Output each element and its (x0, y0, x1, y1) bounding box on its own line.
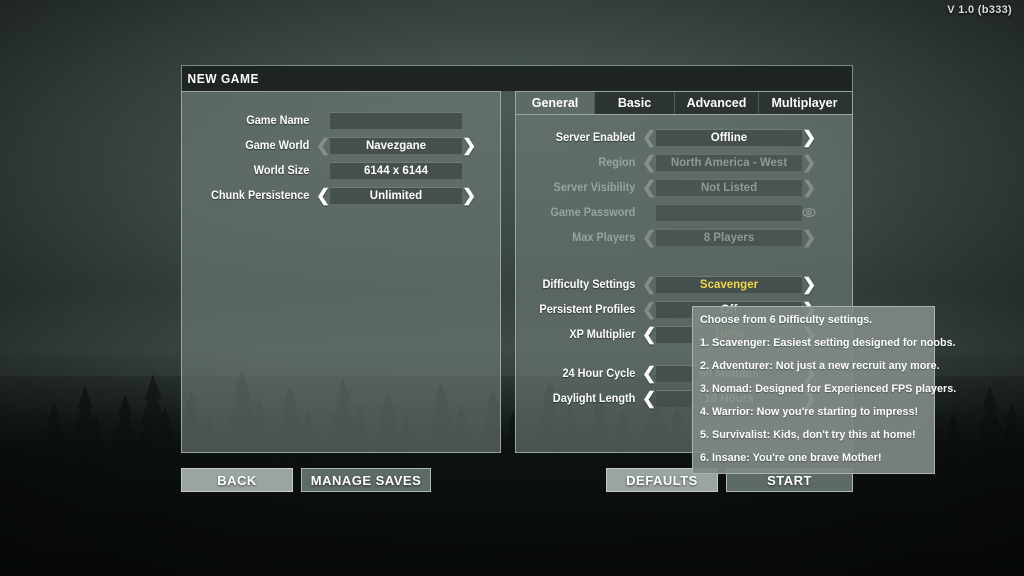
tab-general[interactable]: General (516, 92, 594, 114)
setting-value[interactable] (656, 204, 802, 221)
setting-row-difficulty-settings: Difficulty Settings ❮ Scavenger ❯ (516, 276, 852, 293)
setting-row-server-visibility: Server Visibility ❮ Not Listed ❯ (516, 179, 852, 196)
setting-value[interactable]: Unlimited (330, 187, 462, 204)
dialog-title-bar: NEW GAME (181, 65, 853, 91)
tooltip-line: 2. Adventurer: Not just a new recruit an… (700, 360, 940, 372)
setting-row-max-players: Max Players ❮ 8 Players ❯ (516, 229, 852, 246)
chevron-right-icon[interactable]: ❯ (462, 187, 476, 204)
setting-value[interactable]: Offline (656, 129, 802, 146)
tooltip-line: 3. Nomad: Designed for Experienced FPS p… (700, 383, 957, 395)
version-label: V 1.0 (b333) (947, 4, 1012, 16)
difficulty-tooltip: Choose from 6 Difficulty settings. 1. Sca… (692, 306, 957, 474)
tab-basic[interactable]: Basic (594, 92, 674, 114)
setting-label: Region (598, 156, 636, 169)
setting-label: 24 Hour Cycle (562, 367, 636, 380)
chevron-left-icon[interactable]: ❮ (642, 326, 656, 343)
tooltip-line: 4. Warrior: Now you're starting to impre… (700, 406, 919, 418)
chevron-left-icon[interactable]: ❮ (642, 390, 656, 407)
tooltip-line: Choose from 6 Difficulty settings. (700, 314, 873, 326)
setting-value[interactable]: Not Listed (656, 179, 802, 196)
setting-value[interactable]: North America - West (656, 154, 802, 171)
setting-label: Server Visibility (553, 181, 636, 194)
chevron-left-icon[interactable]: ❮ (642, 154, 656, 171)
setting-label: Server Enabled (555, 131, 636, 144)
eye-icon[interactable] (802, 207, 816, 218)
setting-label: Game World (245, 139, 310, 152)
setting-label: Game Password (550, 206, 636, 219)
setting-value[interactable] (330, 112, 462, 129)
manage-saves-button[interactable]: MANAGE SAVES (301, 468, 431, 492)
chevron-left-icon[interactable]: ❮ (642, 301, 656, 318)
tab-bar: General Basic Advanced Multiplayer (516, 92, 852, 115)
page-title: NEW GAME (187, 71, 260, 86)
chevron-right-icon[interactable]: ❯ (802, 129, 816, 146)
tooltip-line: 6. Insane: You're one brave Mother! (700, 452, 882, 464)
chevron-right-icon[interactable]: ❯ (802, 154, 816, 171)
setting-value[interactable]: Navezgane (330, 137, 462, 154)
chevron-left-icon[interactable]: ❮ (642, 229, 656, 246)
chevron-left-icon[interactable]: ❮ (316, 187, 330, 204)
tab-advanced[interactable]: Advanced (674, 92, 758, 114)
tooltip-line: 5. Survivalist: Kids, don't try this at … (700, 429, 916, 441)
setting-label: Game Name (246, 114, 310, 127)
chevron-left-icon[interactable]: ❮ (316, 137, 330, 154)
setting-row-game-password: Game Password❮ (516, 204, 852, 221)
chevron-right-icon[interactable]: ❯ (802, 276, 816, 293)
chevron-right-icon[interactable]: ❯ (802, 229, 816, 246)
setting-row-server-enabled: Server Enabled ❮ Offline ❯ (516, 129, 852, 146)
setting-label: World Size (253, 164, 310, 177)
setting-value[interactable]: 8 Players (656, 229, 802, 246)
tooltip-line: 1. Scavenger: Easiest setting designed f… (700, 337, 956, 349)
setting-value[interactable]: 6144 x 6144 (330, 162, 462, 179)
setting-label: Chunk Persistence (210, 189, 310, 202)
setting-row-game-world: Game World ❮ Navezgane ❯ (182, 137, 500, 154)
setting-row-region: Region ❮ North America - West ❯ (516, 154, 852, 171)
setting-label: Max Players (572, 231, 636, 244)
setting-label: Persistent Profiles (539, 303, 636, 316)
setting-row-chunk-persistence: Chunk Persistence ❮ Unlimited ❯ (182, 187, 500, 204)
chevron-left-icon[interactable]: ❮ (642, 129, 656, 146)
setting-label: XP Multiplier (569, 328, 636, 341)
setting-row-world-size: World Size❮6144 x 6144❯ (182, 162, 500, 179)
chevron-left-icon[interactable]: ❮ (642, 179, 656, 196)
setting-value[interactable]: Scavenger (656, 276, 802, 293)
chevron-left-icon[interactable]: ❮ (642, 365, 656, 382)
left-rows-container: Game Name❮❯Game World❮Navezgane❯World Si… (182, 92, 500, 204)
chevron-right-icon[interactable]: ❯ (462, 137, 476, 154)
setting-label: Difficulty Settings (542, 278, 636, 291)
setting-label: Daylight Length (552, 392, 636, 405)
left-settings-panel: Game Name❮❯Game World❮Navezgane❯World Si… (181, 91, 501, 453)
tab-multiplayer[interactable]: Multiplayer (758, 92, 850, 114)
setting-row-game-name: Game Name❮❯ (182, 112, 500, 129)
chevron-left-icon[interactable]: ❮ (642, 276, 656, 293)
chevron-right-icon[interactable]: ❯ (802, 179, 816, 196)
back-button[interactable]: BACK (181, 468, 293, 492)
